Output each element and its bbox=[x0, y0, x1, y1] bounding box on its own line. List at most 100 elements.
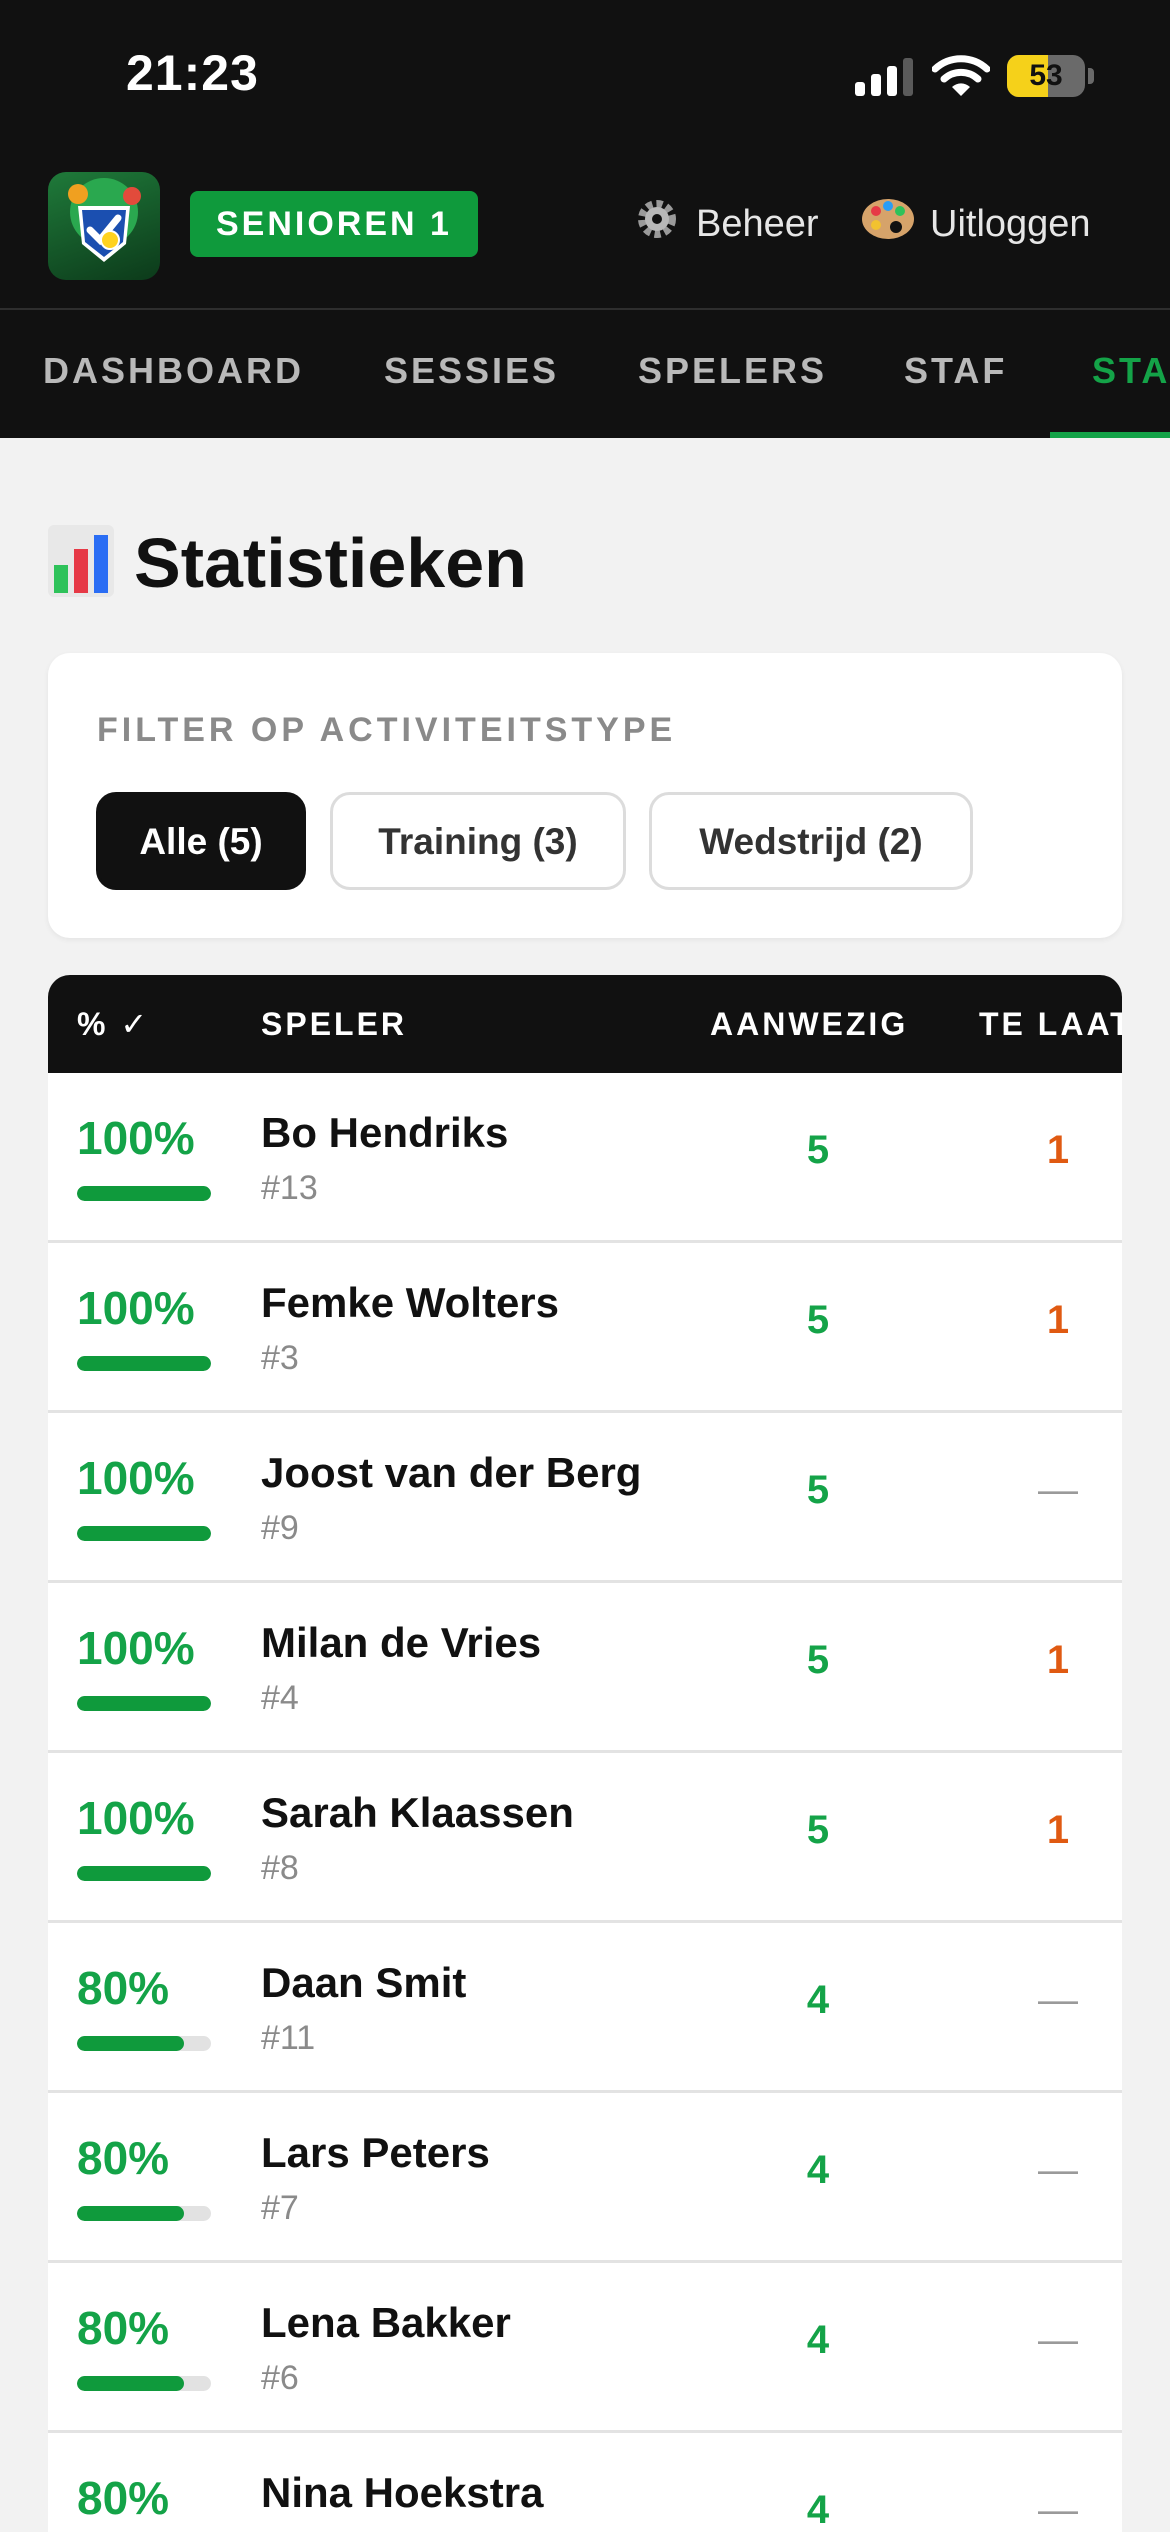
filter-chip-training[interactable]: Training (3) bbox=[330, 792, 626, 890]
attendance-progress-fill bbox=[77, 2206, 185, 2221]
wifi-icon bbox=[931, 54, 991, 98]
present-count: 5 bbox=[806, 1808, 830, 1852]
battery-icon: 53 bbox=[1007, 55, 1085, 97]
attendance-progress-bar bbox=[77, 1186, 211, 1201]
status-time: 21:23 bbox=[126, 45, 259, 101]
tab-spelers[interactable]: SPELERS bbox=[638, 312, 827, 438]
table-header: % ✓ SPELER AANWEZIG TE LAAT bbox=[48, 975, 1122, 1073]
status-bar: 21:23 53 bbox=[0, 0, 1170, 150]
player-name: Daan Smit bbox=[261, 1959, 467, 2006]
team-logo[interactable] bbox=[48, 172, 160, 280]
main-tabs: DASHBOARD SESSIES SPELERS STAF STA bbox=[0, 312, 1170, 438]
column-header-present[interactable]: AANWEZIG bbox=[710, 975, 908, 1073]
admin-link[interactable]: Beheer bbox=[632, 194, 819, 254]
late-count: — bbox=[1038, 1978, 1078, 2022]
player-number: #11 bbox=[261, 2019, 316, 2057]
player-name: Milan de Vries bbox=[261, 1619, 542, 1666]
player-name: Nina Hoekstra bbox=[261, 2469, 544, 2516]
column-header-late[interactable]: TE LAAT bbox=[979, 975, 1122, 1073]
late-count: — bbox=[1038, 2148, 1078, 2192]
cellular-signal-icon bbox=[855, 58, 915, 96]
filter-card: FILTER OP ACTIVITEITSTYPE Alle (5) Train… bbox=[48, 653, 1122, 938]
attendance-table: % ✓ SPELER AANWEZIG TE LAAT 100% Bo Hendr… bbox=[48, 975, 1122, 2532]
player-name: Joost van der Berg bbox=[261, 1449, 642, 1496]
player-name: Bo Hendriks bbox=[261, 1109, 509, 1156]
late-count: 1 bbox=[1046, 1638, 1070, 1682]
attendance-progress-bar bbox=[77, 2206, 211, 2221]
player-number: #9 bbox=[261, 1509, 299, 1547]
attendance-progress-fill bbox=[77, 1696, 211, 1711]
attendance-progress-fill bbox=[77, 1526, 211, 1541]
attendance-percentage: 80% bbox=[77, 1962, 170, 2014]
table-row[interactable]: 80% Daan Smit #11 4 — bbox=[48, 1923, 1122, 2093]
gear-icon bbox=[632, 194, 682, 255]
attendance-progress-bar bbox=[77, 2036, 211, 2051]
player-name: Sarah Klaassen bbox=[261, 1789, 574, 1836]
present-count: 4 bbox=[806, 2318, 830, 2362]
filter-chip-alle[interactable]: Alle (5) bbox=[96, 792, 306, 890]
player-name: Femke Wolters bbox=[261, 1279, 559, 1326]
logout-label: Uitloggen bbox=[930, 202, 1091, 245]
present-count: 4 bbox=[806, 2148, 830, 2192]
top-area: 21:23 53 SENIOREN 1 Beheer Uitloggen DAS… bbox=[0, 0, 1170, 438]
tab-staf[interactable]: STAF bbox=[904, 312, 1007, 438]
tab-statistieken[interactable]: STA bbox=[1092, 312, 1170, 438]
player-number: #4 bbox=[261, 1679, 299, 1717]
player-name: Lars Peters bbox=[261, 2129, 490, 2176]
present-count: 5 bbox=[806, 1298, 830, 1342]
player-number: #3 bbox=[261, 1339, 299, 1377]
table-row[interactable]: 80% Lars Peters #7 4 — bbox=[48, 2093, 1122, 2263]
page-title-text: Statistieken bbox=[134, 524, 527, 602]
table-row[interactable]: 100% Sarah Klaassen #8 5 1 bbox=[48, 1753, 1122, 1923]
player-number: #8 bbox=[261, 1849, 299, 1887]
table-row[interactable]: 100% Femke Wolters #3 5 1 bbox=[48, 1243, 1122, 1413]
table-row[interactable]: 100% Joost van der Berg #9 5 — bbox=[48, 1413, 1122, 1583]
battery-cap bbox=[1088, 68, 1094, 84]
attendance-progress-fill bbox=[77, 1186, 211, 1201]
present-count: 4 bbox=[806, 1978, 830, 2022]
late-count: — bbox=[1038, 1468, 1078, 1512]
admin-label: Beheer bbox=[696, 202, 819, 245]
attendance-progress-bar bbox=[77, 1866, 211, 1881]
attendance-percentage: 80% bbox=[77, 2472, 170, 2524]
table-row[interactable]: 80% Nina Hoekstra 4 — bbox=[48, 2433, 1122, 2532]
attendance-progress-bar bbox=[77, 1526, 211, 1541]
player-name: Lena Bakker bbox=[261, 2299, 511, 2346]
late-count: 1 bbox=[1046, 1128, 1070, 1172]
attendance-percentage: 100% bbox=[77, 1622, 195, 1674]
attendance-progress-fill bbox=[77, 1866, 211, 1881]
column-header-percentage[interactable]: % ✓ bbox=[77, 975, 150, 1073]
filter-label: FILTER OP ACTIVITEITSTYPE bbox=[97, 711, 677, 749]
late-count: 1 bbox=[1046, 1808, 1070, 1852]
late-count: 1 bbox=[1046, 1298, 1070, 1342]
present-count: 5 bbox=[806, 1638, 830, 1682]
late-count: — bbox=[1038, 2318, 1078, 2362]
tab-sessies[interactable]: SESSIES bbox=[384, 312, 559, 438]
player-number: #13 bbox=[261, 1169, 318, 1207]
attendance-progress-fill bbox=[77, 2376, 185, 2391]
bar-chart-icon bbox=[48, 524, 114, 602]
present-count: 4 bbox=[806, 2488, 830, 2532]
attendance-percentage: 100% bbox=[77, 1112, 195, 1164]
player-number: #6 bbox=[261, 2359, 299, 2397]
attendance-percentage: 100% bbox=[77, 1452, 195, 1504]
attendance-percentage: 80% bbox=[77, 2132, 170, 2184]
logout-link[interactable]: Uitloggen bbox=[860, 194, 1091, 254]
filter-chip-wedstrijd[interactable]: Wedstrijd (2) bbox=[649, 792, 973, 890]
active-tab-indicator bbox=[1050, 432, 1170, 438]
tab-dashboard[interactable]: DASHBOARD bbox=[43, 312, 304, 438]
battery-percentage: 53 bbox=[1029, 59, 1063, 92]
app-header: SENIOREN 1 Beheer Uitloggen bbox=[0, 150, 1170, 310]
attendance-progress-bar bbox=[77, 1356, 211, 1371]
team-badge[interactable]: SENIOREN 1 bbox=[190, 191, 478, 257]
table-row[interactable]: 100% Bo Hendriks #13 5 1 bbox=[48, 1073, 1122, 1243]
table-row[interactable]: 100% Milan de Vries #4 5 1 bbox=[48, 1583, 1122, 1753]
column-header-player[interactable]: SPELER bbox=[261, 975, 407, 1073]
present-count: 5 bbox=[806, 1128, 830, 1172]
table-row[interactable]: 80% Lena Bakker #6 4 — bbox=[48, 2263, 1122, 2433]
attendance-percentage: 80% bbox=[77, 2302, 170, 2354]
attendance-percentage: 100% bbox=[77, 1792, 195, 1844]
attendance-progress-fill bbox=[77, 1356, 211, 1371]
late-count: — bbox=[1038, 2488, 1078, 2532]
attendance-progress-bar bbox=[77, 2376, 211, 2391]
